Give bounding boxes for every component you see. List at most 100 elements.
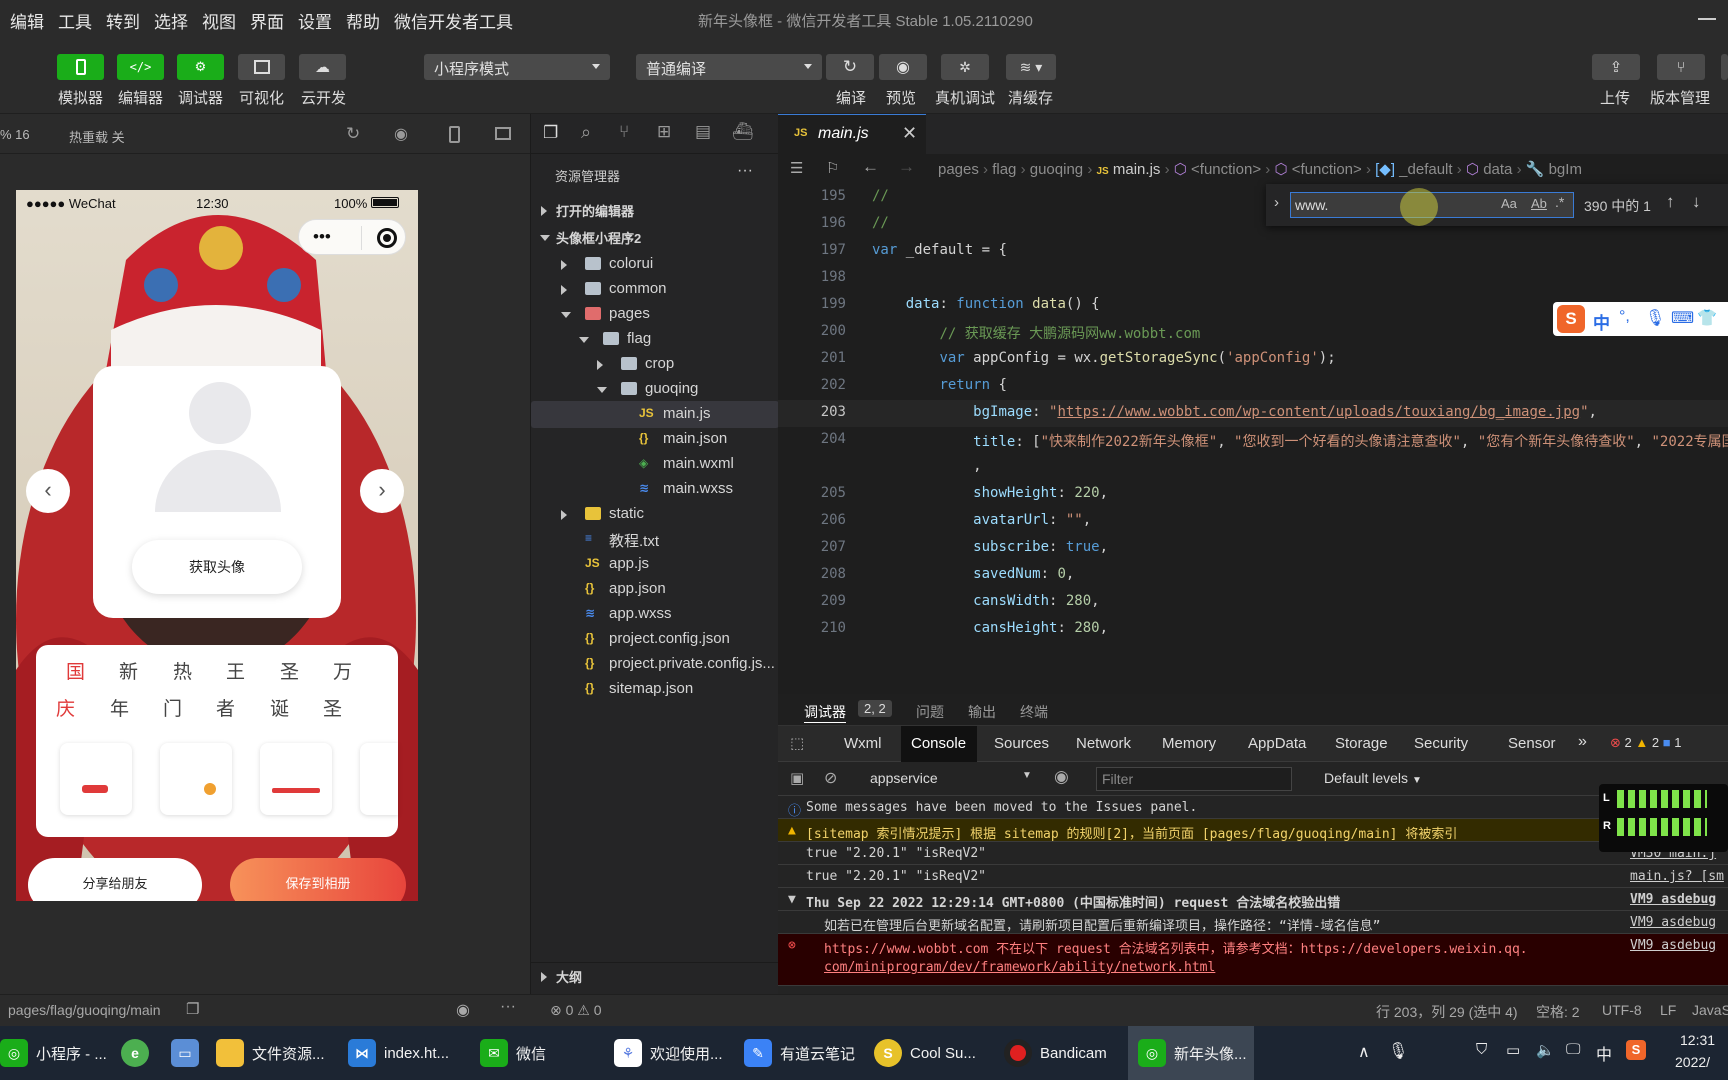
tab-issues[interactable]: 问题	[916, 702, 944, 722]
source-link[interactable]: VM9 asdebug	[1630, 915, 1728, 930]
tree-item[interactable]: ◈ main.wxml	[531, 451, 779, 478]
tab-storage[interactable]: Storage	[1335, 735, 1388, 752]
tree-item[interactable]: {} project.private.config.js...	[531, 651, 779, 678]
code-line[interactable]: 206 avatarUrl: "",	[778, 508, 1728, 535]
tree-item[interactable]: flag	[531, 326, 779, 353]
microphone-icon[interactable]: 🎙	[1645, 308, 1665, 328]
console-link[interactable]: com/miniprogram/dev/framework/ability/ne…	[824, 960, 1215, 975]
code-line[interactable]: ,	[778, 454, 1728, 481]
project-section[interactable]: 头像框小程序2	[531, 224, 779, 251]
refresh-icon[interactable]: ↻	[346, 124, 360, 144]
mode-select[interactable]: 小程序模式	[424, 54, 610, 80]
category-tab[interactable]: 万	[333, 657, 352, 684]
tree-item[interactable]: {} main.json	[531, 426, 779, 453]
problems-count[interactable]: ⊗ 0 ⚠ 0	[550, 1002, 602, 1019]
crumb[interactable]: bgIm	[1549, 161, 1582, 178]
debugger-button[interactable]: ⚙	[177, 54, 224, 80]
clear-console-icon[interactable]: ⊘	[824, 768, 837, 788]
encoding[interactable]: UTF-8	[1602, 1002, 1642, 1018]
tree-item[interactable]: ≋ main.wxss	[531, 476, 779, 503]
category-tab[interactable]: 诞	[270, 694, 289, 721]
language-mode[interactable]: JavaS	[1692, 1002, 1728, 1018]
code-line[interactable]: 202 return {	[778, 373, 1728, 400]
code-line[interactable]: 209 cansWidth: 280,	[778, 589, 1728, 616]
line-ending[interactable]: LF	[1660, 1002, 1676, 1018]
code-area[interactable]: 195 // 196 // 197 var _default = {198 199 data…	[778, 184, 1728, 694]
remote-debug-button[interactable]: ✲	[941, 54, 989, 80]
volume-icon[interactable]: 🔈	[1536, 1041, 1555, 1059]
tab-debugger[interactable]: 调试器	[804, 702, 846, 723]
search-icon[interactable]: ⌕	[581, 122, 591, 143]
console-message[interactable]: ▼ Thu Sep 22 2022 12:29:14 GMT+0800 (中国标准…	[778, 888, 1728, 911]
page-path[interactable]: pages/flag/guoqing/main	[8, 1002, 161, 1018]
crumb[interactable]: main.js	[1113, 161, 1161, 178]
more-icon[interactable]: •••	[313, 227, 331, 247]
menu-tools[interactable]: 工具	[58, 8, 92, 33]
context-select[interactable]: appservice	[870, 770, 938, 786]
save-button[interactable]: 保存到相册	[230, 858, 406, 901]
tree-item[interactable]: guoqing	[531, 376, 779, 403]
crumb[interactable]: _default	[1399, 161, 1452, 178]
category-tab[interactable]: 庆	[56, 694, 75, 721]
next-match-icon[interactable]: ↓	[1692, 192, 1701, 212]
eye-icon[interactable]: ◉	[456, 1000, 470, 1020]
keyboard-icon[interactable]: ⌨	[1671, 308, 1694, 328]
task-browser[interactable]: e	[112, 1026, 158, 1080]
forward-arrow-icon[interactable]: →	[898, 157, 915, 177]
tree-item[interactable]: ≡ 教程.txt	[531, 526, 779, 553]
open-editors-section[interactable]: 打开的编辑器	[531, 197, 779, 224]
tree-item[interactable]: static	[531, 501, 779, 528]
tree-item[interactable]: pages	[531, 301, 779, 328]
stop-icon[interactable]: ◉	[394, 124, 408, 144]
tab-output[interactable]: 输出	[968, 702, 996, 722]
console-message[interactable]: ⊗ https://www.wobbt.com 不在以下 request 合法域名…	[778, 934, 1728, 986]
input-method-indicator[interactable]: 中	[1596, 1041, 1612, 1065]
eye-icon[interactable]: ◉	[1054, 767, 1069, 787]
network-icon[interactable]: 🖵	[1566, 1041, 1580, 1058]
list-icon[interactable]: ☰	[790, 159, 803, 177]
docker-icon[interactable]: ⛴	[732, 122, 754, 142]
crumb[interactable]: flag	[992, 161, 1016, 178]
crumb[interactable]: pages	[938, 161, 979, 178]
tree-item[interactable]: JS app.js	[531, 551, 779, 578]
chevron-right-icon[interactable]: ›	[1274, 194, 1279, 211]
clock-date[interactable]: 2022/	[1675, 1054, 1710, 1070]
tab-sensor[interactable]: Sensor	[1508, 735, 1556, 752]
levels-select[interactable]: Default levels ▼	[1324, 770, 1422, 786]
tab-appdata[interactable]: AppData	[1248, 735, 1306, 752]
more-icon[interactable]: ···	[737, 162, 753, 180]
crumb[interactable]: guoqing	[1030, 161, 1083, 178]
clock-time[interactable]: 12:31	[1680, 1032, 1715, 1048]
crumb[interactable]: data	[1483, 161, 1512, 178]
compile-button[interactable]: ↻	[826, 54, 874, 80]
tab-wxml[interactable]: Wxml	[844, 735, 882, 752]
code-line[interactable]: 210 cansHeight: 280,	[778, 616, 1728, 643]
task-coolsu[interactable]: S Cool Su...	[874, 1026, 984, 1080]
code-line[interactable]: 207 subscribe: true,	[778, 535, 1728, 562]
task-wechat[interactable]: ✉ 微信	[480, 1026, 580, 1080]
source-link[interactable]: VM9 asdebug	[1630, 938, 1728, 953]
close-mini-program-icon[interactable]	[377, 228, 397, 248]
tree-item[interactable]: ≋ app.wxss	[531, 601, 779, 628]
task-youdao[interactable]: ✎ 有道云笔记	[744, 1026, 866, 1080]
sidebar-toggle-icon[interactable]: ▣	[790, 769, 804, 787]
frame-thumbnail[interactable]	[60, 743, 132, 815]
preview-button[interactable]: ◉	[879, 54, 927, 80]
compile-mode-select[interactable]: 普通编译	[636, 54, 822, 80]
task-file-explorer[interactable]: 文件资源...	[216, 1026, 340, 1080]
upload-button[interactable]: ⇪	[1592, 54, 1640, 80]
microphone-icon[interactable]: 🎙	[1388, 1041, 1408, 1061]
crumb[interactable]: <function>	[1292, 161, 1362, 178]
share-button[interactable]: 分享给朋友	[28, 858, 202, 901]
zoom-select[interactable]: % 16	[0, 127, 30, 142]
tab-terminal[interactable]: 终端	[1020, 702, 1048, 722]
whole-word-icon[interactable]: Ab	[1531, 196, 1547, 211]
frame-thumbnail[interactable]	[160, 743, 232, 815]
task-vscode[interactable]: ⋈ index.ht...	[348, 1026, 464, 1080]
console-message[interactable]: true "2.20.1" "isReqV2" VM30 main.j	[778, 842, 1728, 865]
console-message[interactable]: ⓘ Some messages have been moved to the Is…	[778, 796, 1728, 819]
version-button[interactable]: ⑂	[1657, 54, 1705, 80]
simulator-button[interactable]	[57, 54, 104, 80]
storage-icon[interactable]: ▤	[695, 122, 711, 142]
device-icon[interactable]	[449, 126, 460, 143]
